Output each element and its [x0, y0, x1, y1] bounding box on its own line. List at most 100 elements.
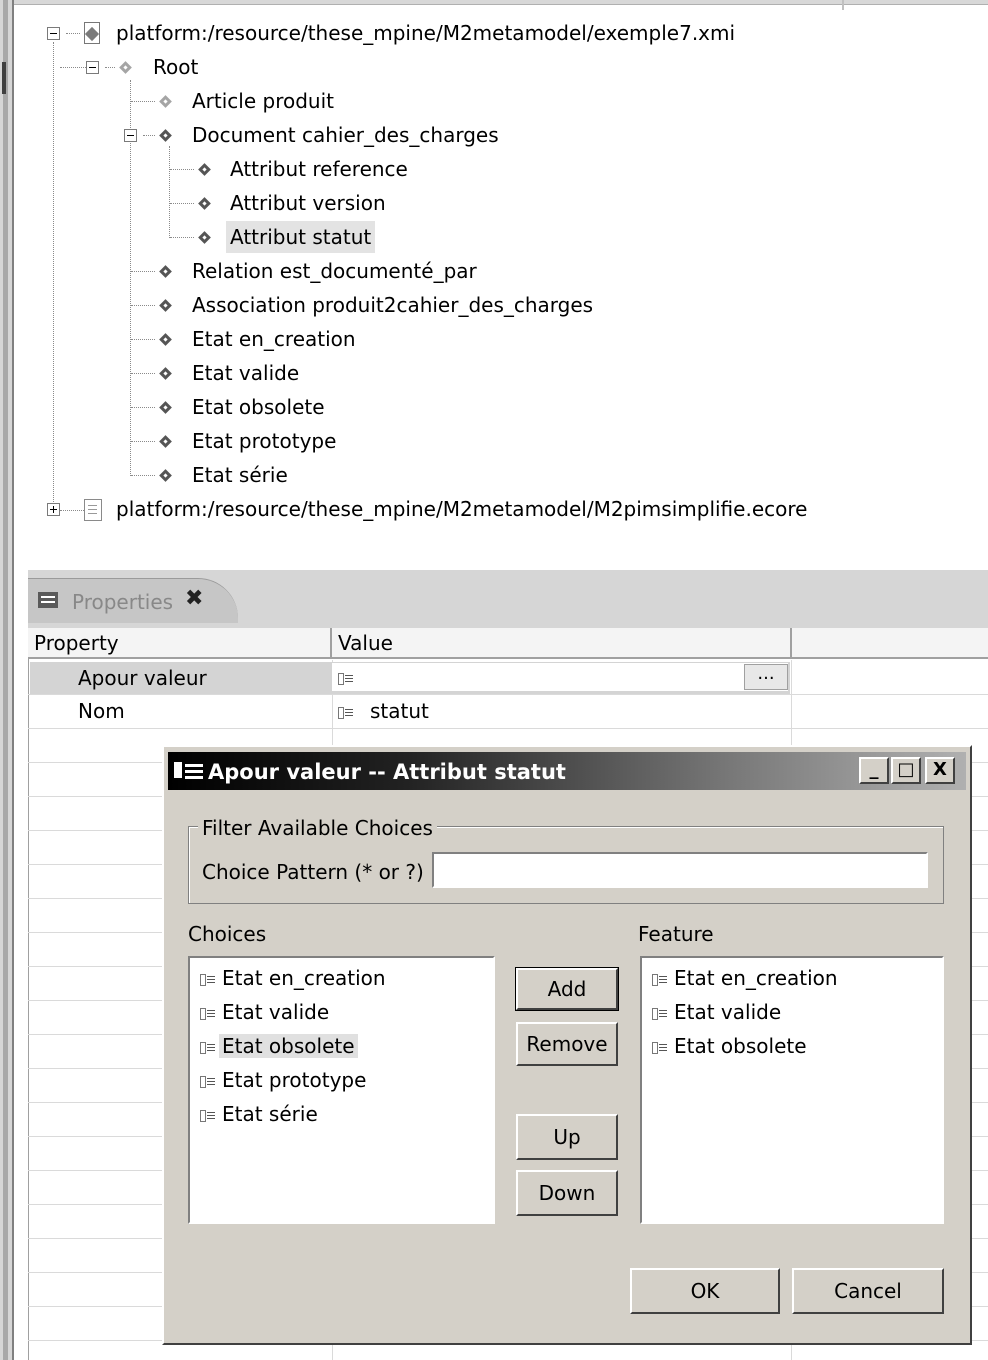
collapse-toggle-icon[interactable] [124, 129, 137, 142]
choice-pattern-label: Choice Pattern (* or ?) [202, 860, 424, 884]
cancel-button[interactable]: Cancel [792, 1268, 944, 1314]
column-header-property[interactable]: Property [28, 628, 332, 659]
list-value-icon [338, 697, 357, 725]
list-item[interactable]: Etat obsolete [200, 1030, 358, 1062]
browse-values-button[interactable]: ... [744, 664, 788, 690]
tree-item-etat-prototype[interactable]: Etat prototype [188, 425, 340, 457]
property-name-nom: Nom [78, 699, 125, 723]
tree-connector [143, 135, 155, 136]
list-item-icon [200, 1041, 215, 1054]
tree-item-label: Relation est_documenté_par [192, 259, 477, 283]
minimize-button[interactable]: _ [859, 757, 889, 784]
choice-pattern-input[interactable] [432, 852, 928, 888]
choices-label: Choices [188, 922, 267, 946]
tree-item-etat-obsolete[interactable]: Etat obsolete [188, 391, 329, 423]
feature-label: Feature [638, 922, 714, 946]
tree-item-ecore-file[interactable]: platform:/resource/these_mpine/M2metamod… [112, 493, 811, 525]
tree-item-label: Article produit [192, 89, 335, 113]
model-element-icon [159, 333, 171, 345]
tree-item-attribut-reference[interactable]: Attribut reference [226, 153, 412, 185]
dialog-title: Apour valeur -- Attribut statut [208, 760, 566, 784]
down-button[interactable]: Down [516, 1170, 618, 1216]
up-button[interactable]: Up [516, 1114, 618, 1160]
tree-item-document-cahier-des-charges[interactable]: Document cahier_des_charges [188, 119, 503, 151]
model-element-icon [159, 129, 171, 141]
list-item[interactable]: Etat en_creation [200, 962, 389, 994]
list-item[interactable]: Etat valide [200, 996, 332, 1028]
close-button[interactable]: X [925, 757, 955, 784]
tree-connector [170, 203, 194, 204]
tree-connector [105, 67, 115, 68]
tree-item-association[interactable]: Association produit2cahier_des_charges [188, 289, 597, 321]
tree-item-etat-en-creation[interactable]: Etat en_creation [188, 323, 360, 355]
filter-group-label: Filter Available Choices [198, 816, 437, 840]
tree-item-label: Etat série [192, 463, 288, 487]
tree-connector [131, 339, 155, 340]
close-icon[interactable]: ✖ [185, 586, 203, 611]
tree-item-attribut-version[interactable]: Attribut version [226, 187, 390, 219]
list-item-icon [200, 973, 215, 986]
tree-connector [131, 475, 155, 476]
model-element-icon [159, 435, 171, 447]
tree-connector [131, 441, 155, 442]
editor-left-marker [2, 62, 6, 94]
tree-item-label: Document cahier_des_charges [192, 123, 499, 147]
grid-line [28, 694, 988, 695]
root-node-icon [119, 61, 131, 73]
tree-connector [131, 271, 155, 272]
tree-item-root[interactable]: Root [149, 51, 202, 83]
maximize-button[interactable]: □ [891, 757, 921, 784]
list-item[interactable]: Etat obsolete [652, 1030, 810, 1062]
list-item-icon [652, 973, 667, 986]
editor-left-border-inner [3, 0, 8, 1360]
model-element-icon [159, 401, 171, 413]
model-element-icon [159, 95, 171, 107]
collapse-toggle-icon[interactable] [86, 61, 99, 74]
column-header-empty [792, 628, 988, 659]
ok-button[interactable]: OK [630, 1268, 780, 1314]
list-value-icon [338, 663, 357, 691]
list-item[interactable]: Etat prototype [200, 1064, 369, 1096]
list-item[interactable]: Etat valide [652, 996, 784, 1028]
collapse-toggle-icon[interactable] [47, 27, 60, 40]
list-item-icon [652, 1007, 667, 1020]
tree-connector [131, 101, 155, 102]
model-element-icon [198, 231, 210, 243]
list-item-icon [200, 1007, 215, 1020]
tree-item-article-produit[interactable]: Article produit [188, 85, 338, 117]
model-element-icon [198, 163, 210, 175]
tree-item-label: Root [153, 55, 199, 79]
expand-toggle-icon[interactable] [47, 503, 60, 516]
remove-button[interactable]: Remove [516, 1022, 618, 1066]
column-header-value[interactable]: Value [332, 628, 792, 659]
tree-item-label: Attribut statut [226, 221, 376, 253]
tree-item-label: Attribut reference [230, 157, 408, 181]
tree-connector [170, 237, 194, 238]
tree-connector [131, 373, 155, 374]
tree-item-attribut-statut[interactable]: Attribut statut [226, 221, 376, 253]
xmi-file-icon [82, 22, 102, 44]
tree-item-label: platform:/resource/these_mpine/M2metamod… [116, 21, 736, 45]
list-item[interactable]: Etat série [200, 1098, 321, 1130]
tree-connector [53, 42, 54, 510]
property-value-nom: statut [370, 699, 429, 723]
tree-item-relation[interactable]: Relation est_documenté_par [188, 255, 481, 287]
grid-line [28, 728, 988, 729]
tree-connector [131, 407, 155, 408]
model-element-icon [159, 367, 171, 379]
list-item[interactable]: Etat en_creation [652, 962, 841, 994]
tree-item-label: Attribut version [230, 191, 386, 215]
tree-item-etat-serie[interactable]: Etat série [188, 459, 292, 491]
tree-item-etat-valide[interactable]: Etat valide [188, 357, 303, 389]
tree-item-root-file[interactable]: platform:/resource/these_mpine/M2metamod… [112, 17, 739, 49]
tree-connector [60, 67, 86, 68]
property-value-editor[interactable] [332, 663, 788, 691]
ecore-file-icon [84, 499, 102, 521]
tree-item-label: Etat prototype [192, 429, 337, 453]
tree-connector [131, 305, 155, 306]
tree-item-label: Etat obsolete [192, 395, 325, 419]
tree-connector [169, 146, 170, 238]
add-button[interactable]: Add [516, 968, 618, 1010]
tree-item-label: platform:/resource/these_mpine/M2metamod… [116, 497, 808, 521]
tree-item-label: Etat en_creation [192, 327, 356, 351]
